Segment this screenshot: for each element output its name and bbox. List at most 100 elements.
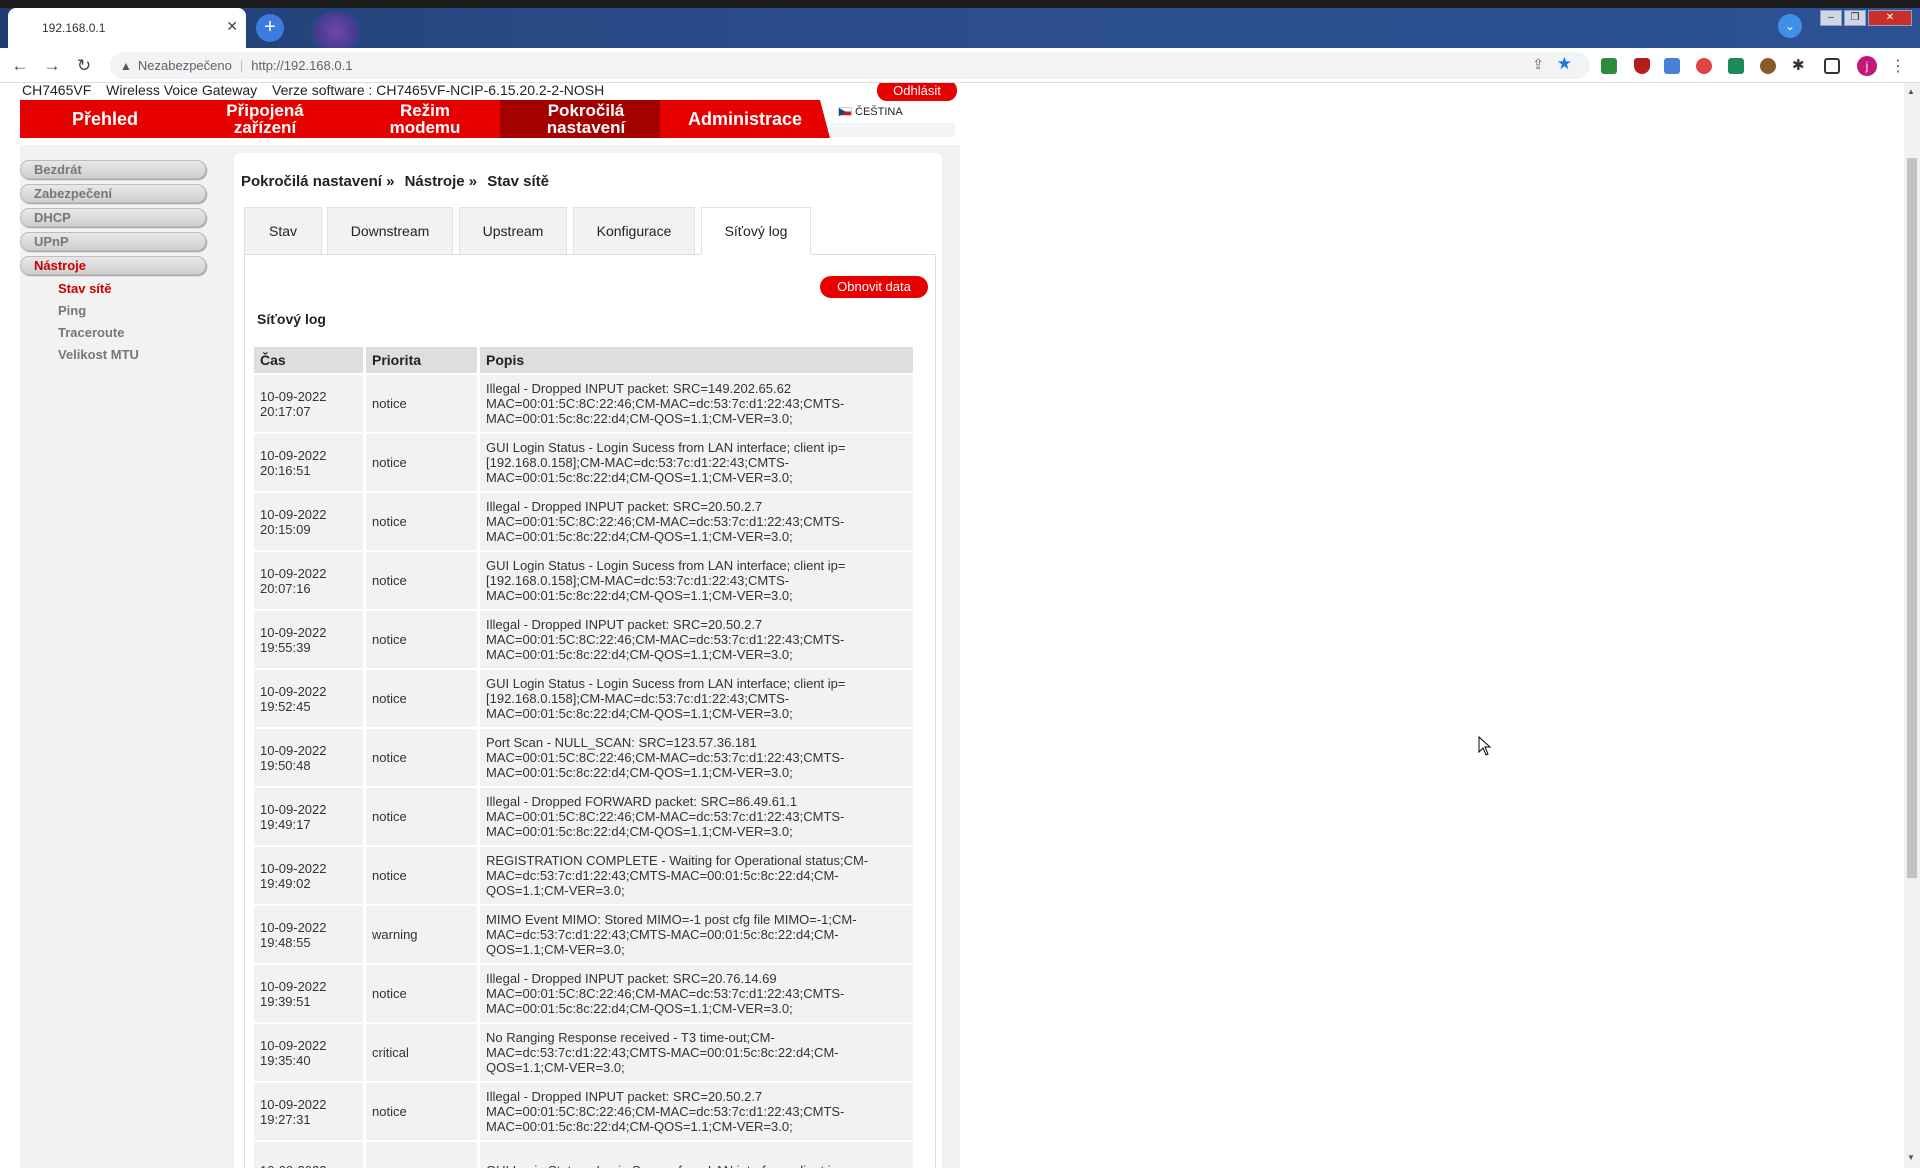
breadcrumb-item[interactable]: Pokročilá nastavení » — [241, 173, 394, 190]
log-time: 10-09-2022 19:52:45 — [254, 670, 366, 727]
device-info: CH7465VF Wireless Voice Gateway Verze so… — [22, 83, 615, 100]
menu-icon[interactable]: ⋮ — [1890, 56, 1906, 76]
sidepanel-icon[interactable] — [1824, 58, 1840, 74]
log-priority: notice — [366, 1083, 480, 1140]
language-bar — [830, 123, 955, 137]
divider: | — [239, 58, 244, 73]
log-time: 10-09-2022 19:55:39 — [254, 611, 366, 668]
table-row: 10-09-2022 20:15:09 notice Illegal - Dropp… — [254, 493, 916, 550]
close-icon[interactable]: ✕ — [226, 18, 238, 35]
window-close-icon[interactable]: ✕ — [1868, 10, 1912, 26]
software-version: Verze software : CH7465VF-NCIP-6.15.20.2… — [272, 83, 605, 98]
scrollbar[interactable]: ▲ ▼ — [1904, 83, 1920, 1168]
log-priority: notice — [366, 847, 480, 904]
log-time: 10-09-2022 20:16:51 — [254, 434, 366, 491]
log-description: Illegal - Dropped INPUT packet: SRC=20.5… — [480, 493, 916, 550]
nav-tab-rezim-modemu[interactable]: Režim modemu — [340, 100, 510, 138]
nav-tab-pripojena-zarizeni[interactable]: Připojená zařízení — [180, 100, 350, 138]
table-body: 10-09-2022 20:17:07 notice Illegal - Dropp… — [254, 375, 916, 1168]
log-priority: notice — [366, 670, 480, 727]
log-description: Illegal - Dropped FORWARD packet: SRC=86… — [480, 788, 916, 845]
log-time: 10-09-2022 20:15:09 — [254, 493, 366, 550]
security-label[interactable]: Nezabezpečeno — [138, 58, 232, 73]
breadcrumb-item[interactable]: Nástroje » — [405, 173, 478, 190]
column-header-cas: Čas — [254, 347, 366, 373]
sidebar-item-bezdrat[interactable]: Bezdrát — [20, 160, 206, 179]
tab-upstream[interactable]: Upstream — [459, 207, 567, 255]
background-orb — [310, 12, 362, 52]
sidebar-subitem-velikost-mtu[interactable]: Velikost MTU — [58, 347, 139, 362]
scrollbar-thumb[interactable] — [1907, 158, 1917, 878]
log-description: GUI Login Status - Login Sucess from LAN… — [480, 670, 916, 727]
log-description: GUI Login Status - Login Sucess from LAN… — [480, 552, 916, 609]
avatar[interactable]: j — [1857, 56, 1877, 76]
nav-tab-pokrocila-nastaveni[interactable]: Pokročilá nastavení — [500, 100, 672, 138]
sidebar-item-dhcp[interactable]: DHCP — [20, 208, 206, 227]
extension-icon[interactable] — [1696, 58, 1712, 74]
tab-downstream[interactable]: Downstream — [327, 207, 453, 255]
translate-icon[interactable] — [1664, 58, 1680, 74]
extension-icon[interactable] — [1728, 58, 1744, 74]
sidebar-item-zabezpeceni[interactable]: Zabezpečení — [20, 184, 206, 203]
table-row: 10-09-2022 19:39:51 notice Illegal - Dropp… — [254, 965, 916, 1022]
model-name: CH7465VF — [22, 83, 92, 98]
refresh-button[interactable]: Obnovit data — [820, 276, 928, 298]
log-time: 10-09-2022 19:50:48 — [254, 729, 366, 786]
log-description: Illegal - Dropped INPUT packet: SRC=20.7… — [480, 965, 916, 1022]
sidebar-item-upnp[interactable]: UPnP — [20, 232, 206, 251]
language-selector[interactable]: ČEŠTINA — [838, 106, 903, 118]
nav-tab-administrace[interactable]: Administrace — [660, 100, 830, 138]
url-text: http://192.168.0.1 — [251, 58, 353, 73]
star-icon[interactable]: ★ — [1557, 54, 1572, 74]
log-description: Illegal - Dropped INPUT packet: SRC=20.5… — [480, 1083, 916, 1140]
log-description: No Ranging Response received - T3 time-o… — [480, 1024, 916, 1081]
tab-sitovy-log[interactable]: Síťový log — [701, 207, 811, 255]
log-description: Illegal - Dropped INPUT packet: SRC=20.5… — [480, 611, 916, 668]
log-priority: notice — [366, 788, 480, 845]
new-tab-button[interactable]: + — [256, 14, 284, 42]
log-priority: critical — [366, 1024, 480, 1081]
log-time: 10-09-2022 19:49:17 — [254, 788, 366, 845]
log-time: 10-09-2022 — [254, 1142, 366, 1168]
scroll-up-icon[interactable]: ▲ — [1907, 87, 1915, 96]
log-description: REGISTRATION COMPLETE - Waiting for Oper… — [480, 847, 916, 904]
minimize-icon[interactable]: – — [1820, 10, 1842, 26]
browser-tab[interactable]: 192.168.0.1 ✕ — [8, 8, 246, 48]
table-row: 10-09-2022 19:35:40 critical No Ranging Re… — [254, 1024, 916, 1081]
forward-icon[interactable]: → — [42, 56, 62, 76]
log-title: Síťový log — [257, 311, 326, 327]
back-icon[interactable]: ← — [10, 56, 30, 76]
table-row: 10-09-2022 GUI Login Status - Login Suces… — [254, 1142, 916, 1168]
column-header-priorita: Priorita — [366, 347, 480, 373]
table-row: 10-09-2022 19:27:31 notice Illegal - Dropp… — [254, 1083, 916, 1140]
log-priority: notice — [366, 375, 480, 432]
table-row: 10-09-2022 20:16:51 notice GUI Login Statu… — [254, 434, 916, 491]
page: CH7465VF Wireless Voice Gateway Verze so… — [0, 83, 1904, 1168]
log-priority: notice — [366, 965, 480, 1022]
address-bar: ← → ↻ ▲ Nezabezpečeno | http://192.168.0… — [0, 48, 1920, 83]
log-time: 10-09-2022 19:27:31 — [254, 1083, 366, 1140]
sidebar-item-nastroje[interactable]: Nástroje — [20, 256, 206, 275]
sidebar-subitem-traceroute[interactable]: Traceroute — [58, 325, 124, 340]
reload-icon[interactable]: ↻ — [74, 56, 94, 76]
czech-flag-icon — [838, 107, 852, 116]
url-input[interactable]: ▲ Nezabezpečeno | http://192.168.0.1 ⇪ ★ — [110, 52, 1590, 79]
logout-button[interactable]: Odhlásit — [877, 83, 957, 101]
puzzle-icon[interactable]: ✱ — [1792, 58, 1808, 74]
restore-icon[interactable]: ❐ — [1844, 10, 1866, 26]
cookie-icon[interactable] — [1760, 58, 1776, 74]
ublock-icon[interactable] — [1634, 58, 1650, 74]
tab-konfigurace[interactable]: Konfigurace — [573, 207, 695, 255]
extension-icon[interactable] — [1601, 58, 1617, 74]
tab-stav[interactable]: Stav — [244, 207, 322, 255]
table-header: Čas Priorita Popis — [254, 347, 916, 373]
table-row: 10-09-2022 19:48:55 warning MIMO Event MIM… — [254, 906, 916, 963]
sidebar-subitem-stav-site[interactable]: Stav sítě — [58, 281, 111, 296]
log-table: Čas Priorita Popis 10-09-2022 20:17:07 no… — [254, 345, 916, 1168]
scroll-down-icon[interactable]: ▼ — [1907, 1153, 1915, 1162]
nav-tab-prehled[interactable]: Přehled — [20, 100, 190, 138]
chevron-down-icon[interactable]: ⌄ — [1778, 14, 1802, 38]
share-icon[interactable]: ⇪ — [1532, 56, 1544, 73]
sidebar-subitem-ping[interactable]: Ping — [58, 303, 86, 318]
browser-tab-title: 192.168.0.1 — [42, 21, 106, 35]
